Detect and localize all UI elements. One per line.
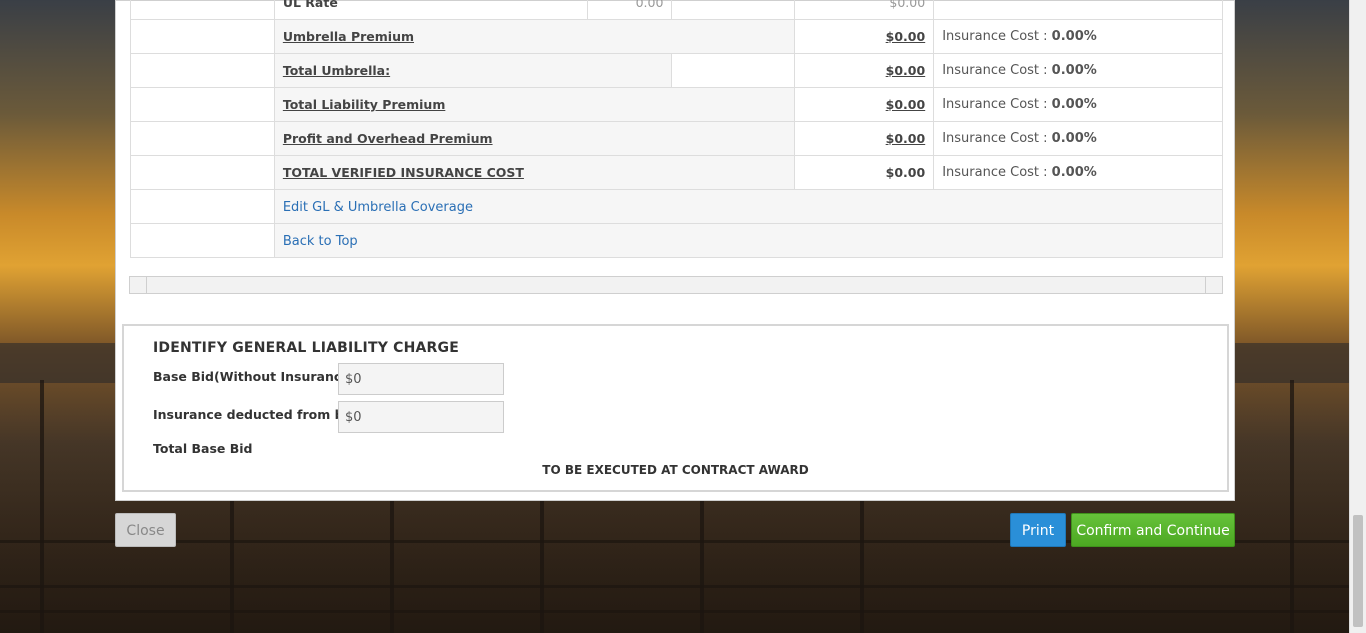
execution-note: TO BE EXECUTED AT CONTRACT AWARD [542,463,809,477]
total-verified-amount: $0.00 [794,155,935,190]
steel-column [860,500,864,633]
scrollbar-thumb[interactable] [1353,515,1363,627]
vertical-scrollbar[interactable] [1349,0,1366,633]
base-bid-input[interactable] [338,363,504,395]
steel-beam [0,585,1350,588]
table-row: Umbrella Premium $0.00 Insurance Cost : … [130,19,1223,54]
umbrella-premium-label: Umbrella Premium [273,19,796,54]
ul-rate-amount: $0.00 [794,0,935,20]
scroll-right-arrow[interactable] [1205,277,1222,293]
table-row: Edit GL & Umbrella Coverage [130,189,1224,224]
total-verified-cost: Insurance Cost : 0.00% [933,155,1223,190]
table-row: Total Umbrella: $0.00 Insurance Cost : 0… [130,53,1223,88]
total-umbrella-label: Total Umbrella: [273,53,673,88]
insurance-deducted-label: Insurance deducted from bid* [153,407,363,422]
insurance-modal: UL Rate 0.00 $0.00 Umbrella Premium $0.0… [115,0,1235,501]
insurance-deducted-input[interactable] [338,401,504,433]
base-bid-label: Base Bid(Without Insurance)* [153,369,362,384]
umbrella-premium-cost: Insurance Cost : 0.00% [933,19,1223,54]
table-row: Total Liability Premium $0.00 Insurance … [130,87,1223,122]
total-liability-label: Total Liability Premium [273,87,796,122]
scroll-left-arrow[interactable] [130,277,147,293]
ul-rate-value: 0.00 [586,0,673,20]
print-button[interactable]: Print [1010,513,1066,547]
section-title: IDENTIFY GENERAL LIABILITY CHARGE [153,340,459,356]
steel-beam [0,610,1350,613]
insurance-cost-table: UL Rate 0.00 $0.00 Umbrella Premium $0.0… [130,0,1224,258]
steel-column [540,500,544,633]
close-button[interactable]: Close [115,513,176,547]
table-row: Back to Top [130,223,1224,258]
total-liability-amount: $0.00 [794,87,935,122]
steel-column [230,500,234,633]
skyline-silhouette [0,343,115,383]
profit-overhead-label: Profit and Overhead Premium [273,121,796,156]
profit-overhead-amount: $0.00 [794,121,935,156]
edit-coverage-link[interactable]: Edit GL & Umbrella Coverage [283,200,473,215]
table-row: Profit and Overhead Premium $0.00 Insura… [130,121,1223,156]
horizontal-scrollbar[interactable] [129,276,1223,294]
table-row: TOTAL VERIFIED INSURANCE COST $0.00 Insu… [130,155,1223,190]
profit-overhead-cost: Insurance Cost : 0.00% [933,121,1223,156]
confirm-continue-button[interactable]: Confirm and Continue [1071,513,1235,547]
table-row: UL Rate 0.00 $0.00 [130,0,1223,20]
steel-column [1290,380,1294,633]
total-liability-cost: Insurance Cost : 0.00% [933,87,1223,122]
skyline-silhouette [1235,343,1355,383]
steel-column [390,500,394,633]
total-verified-label: TOTAL VERIFIED INSURANCE COST [273,155,796,190]
steel-column [700,500,704,633]
general-liability-section: IDENTIFY GENERAL LIABILITY CHARGE Base B… [122,324,1229,492]
back-to-top-link[interactable]: Back to Top [283,234,358,249]
total-umbrella-amount: $0.00 [794,53,935,88]
total-umbrella-cost: Insurance Cost : 0.00% [933,53,1223,88]
total-base-bid-label: Total Base Bid [153,441,253,456]
ul-rate-label: UL Rate [273,0,588,20]
steel-column [40,380,44,633]
umbrella-premium-amount: $0.00 [794,19,935,54]
